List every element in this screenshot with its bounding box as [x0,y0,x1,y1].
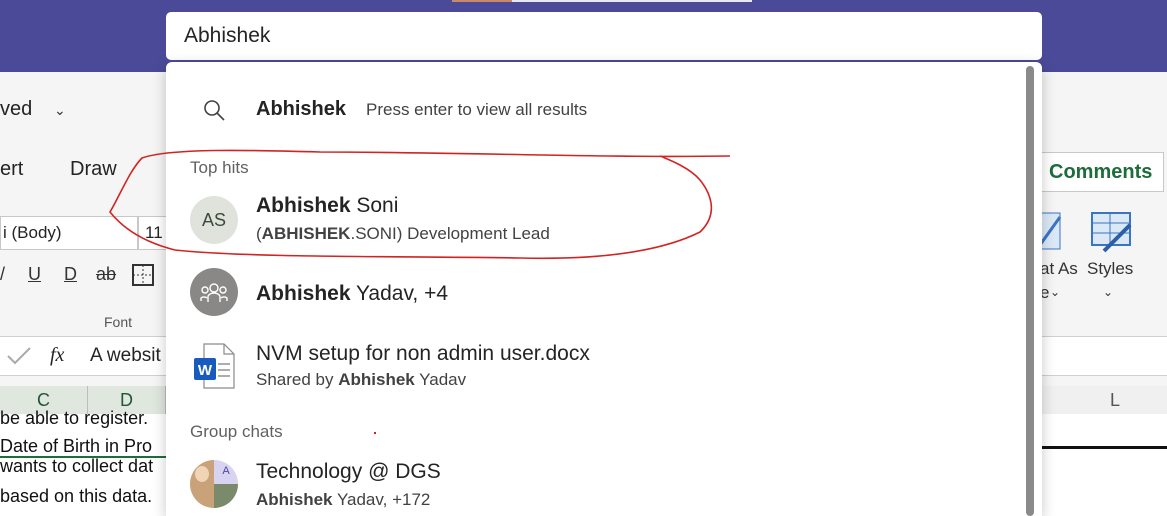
group-icon [200,283,228,302]
annotation-dot [374,432,376,434]
search-box[interactable] [166,12,1042,60]
result-subtitle: (ABHISHEK.SONI) Development Lead [256,224,550,244]
result-group-abhishek-yadav[interactable]: Abhishek Yadav, +4 [166,268,1016,328]
title-rest: Soni [350,194,399,217]
cell-text[interactable]: Date of Birth in Pro [0,436,152,457]
comments-button[interactable]: Comments [1040,152,1164,192]
border-line [1040,446,1167,449]
check-icon[interactable] [6,346,32,366]
chevron-down-icon[interactable]: ⌄ [1050,285,1060,299]
tab-draw[interactable]: Draw [70,158,117,181]
result-title: NVM setup for non admin user.docx [256,342,590,365]
sub-pre: Shared by [256,370,339,389]
chevron-down-icon[interactable]: ⌄ [54,102,66,119]
sub-rest: Yadav [414,370,467,389]
result-subtitle: Abhishek Yadav, +172 [256,490,430,510]
result-file-nvm-setup[interactable]: W NVM setup for non admin user.docx Shar… [166,340,1016,400]
tab-insert[interactable]: ert [0,158,23,181]
sub-rest: .SONI) Development Lead [350,224,550,243]
match-highlight: Abhishek [256,490,333,509]
font-group-label: Font [104,314,133,330]
member-face [195,466,209,482]
formula-content[interactable]: A websit [90,345,161,367]
result-person-abhishek-soni[interactable]: AS Abhishek Soni (ABHISHEK.SONI) Develop… [166,190,1016,250]
search-query-text: Abhishek [256,98,347,120]
match-highlight: ABHISHEK [261,224,351,243]
match-highlight: Abhishek [256,282,351,305]
fx-icon[interactable]: fx [50,344,64,367]
styles-group: at As e ⌄ Styles ⌄ [1040,205,1167,335]
result-group-chat-technology-dgs[interactable]: A Technology @ DGS Abhishek Yadav, +172 [166,456,1016,516]
svg-text:W: W [198,362,213,379]
grid-right[interactable] [1040,414,1167,516]
format-as-table-label[interactable]: at As [1040,259,1078,279]
cell-text[interactable]: based on this data. [0,486,152,507]
title-bar-accent [452,0,512,2]
cell-styles-icon[interactable] [1090,211,1132,253]
avatar-initials: AS [201,209,226,230]
search-icon [204,100,225,121]
avatar: AS [190,196,238,244]
double-underline-button[interactable]: D [64,264,77,285]
column-header-l[interactable]: L [1040,386,1167,414]
search-results-dropdown: Abhishek Press enter to view all results… [166,62,1042,516]
search-hint-text: Press enter to view all results [366,100,588,119]
group-chats-heading: Group chats [190,422,283,441]
scrollbar[interactable] [1026,66,1034,516]
result-title: Technology @ DGS [256,460,441,483]
strikethrough-button[interactable]: ab [96,264,116,285]
borders-icon[interactable] [132,264,154,286]
search-all-results-row[interactable]: Abhishek Press enter to view all results [166,90,1016,130]
sub-rest: Yadav, +172 [332,490,431,509]
format-as-table-icon[interactable] [1040,211,1062,253]
member-photo [214,484,238,508]
result-title: Abhishek Soni [256,194,398,218]
group-chat-avatar: A [190,460,238,508]
styles-label[interactable]: Styles [1087,259,1133,279]
match-highlight: Abhishek [256,194,351,217]
autosave-status: ved [0,98,33,120]
title-rest: Yadav, +4 [350,282,449,305]
match-highlight: Abhishek [338,370,415,389]
font-size-select[interactable]: 11 [138,216,168,250]
cell-text[interactable]: wants to collect dat [0,456,153,477]
result-subtitle: Shared by Abhishek Yadav [256,370,466,390]
cell-text[interactable]: be able to register. [0,408,148,429]
chevron-down-icon[interactable]: ⌄ [1103,285,1113,299]
member-initial: A [214,460,238,484]
italic-button[interactable]: / [0,264,5,285]
group-avatar [190,268,238,316]
word-doc-icon: W [194,343,235,389]
top-hits-heading: Top hits [190,158,249,177]
title-bar-accent-light [512,0,752,2]
font-name-select[interactable]: i (Body) [0,216,138,250]
result-title: Abhishek Yadav, +4 [256,282,448,306]
cell-area[interactable]: be able to register. Date of Birth in Pr… [0,408,166,516]
underline-button[interactable]: U [28,264,41,285]
search-input[interactable] [184,24,1024,48]
